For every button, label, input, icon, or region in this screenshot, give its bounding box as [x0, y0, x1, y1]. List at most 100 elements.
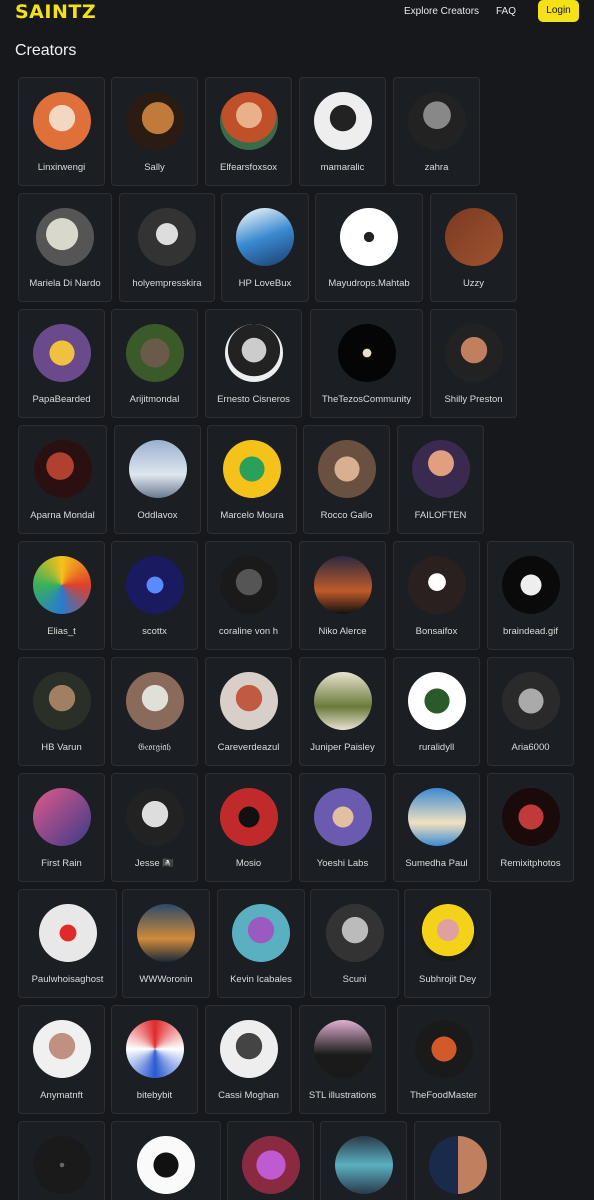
creator-card[interactable]: Linxirwengi [18, 77, 105, 186]
creator-avatar [313, 556, 372, 614]
creator-avatar [219, 788, 278, 846]
creator-card[interactable]: coraline von h [205, 541, 292, 650]
creator-card[interactable]: Rocco Gallo [303, 425, 390, 534]
creator-avatar [128, 440, 187, 498]
creator-card[interactable] [227, 1121, 314, 1200]
creator-card[interactable]: Subhrojit Dey [404, 889, 491, 998]
creator-card[interactable] [18, 1121, 105, 1200]
creator-card[interactable]: HP LoveBux [221, 193, 309, 302]
creator-name: Yoeshi Labs [316, 858, 369, 869]
logo[interactable]: SAINTZ [15, 1, 96, 23]
creator-card[interactable]: Mariela Di Nardo [18, 193, 112, 302]
creator-card[interactable]: Niko Alerce [299, 541, 386, 650]
creator-card[interactable]: Oddlavox [114, 425, 201, 534]
creator-card[interactable]: Elias_t [18, 541, 105, 650]
creator-card[interactable]: Bonsaifox [393, 541, 480, 650]
creator-name: Niko Alerce [318, 626, 367, 637]
creator-card[interactable]: zahra [393, 77, 480, 186]
creator-card[interactable]: TheFoodMaster [397, 1005, 490, 1114]
creator-avatar [36, 208, 94, 266]
creator-card[interactable]: Elfearsfoxsox [205, 77, 292, 186]
creator-avatar [313, 788, 372, 846]
creator-avatar [337, 324, 396, 382]
creator-name: Sumedha Paul [405, 858, 468, 869]
creator-card[interactable]: Remixitphotos [487, 773, 574, 882]
nav-faq[interactable]: FAQ [496, 6, 516, 17]
creator-card[interactable] [320, 1121, 407, 1200]
creator-card[interactable]: Cassi Moghan [205, 1005, 292, 1114]
creator-name: Paulwhoisaghost [31, 974, 104, 985]
creator-card[interactable]: bitebybit [111, 1005, 198, 1114]
creator-name: 𝔊𝔢𝔬𝔯𝔤𝔦𝔞𝔥 [138, 742, 171, 753]
creator-avatar [219, 92, 278, 150]
creator-card[interactable]: First Rain [18, 773, 105, 882]
creator-name: zahra [424, 162, 449, 173]
login-button[interactable]: Login [538, 0, 579, 22]
creator-name: Uzzy [462, 278, 485, 289]
creator-avatar [137, 904, 195, 962]
creator-avatar [219, 672, 278, 730]
creator-card[interactable]: scottx [111, 541, 198, 650]
creator-card[interactable]: 𝔊𝔢𝔬𝔯𝔤𝔦𝔞𝔥 [111, 657, 198, 766]
creator-card[interactable]: TheTezosCommunity [310, 309, 423, 418]
creator-name: Bonsaifox [415, 626, 458, 637]
creator-name: Subhrojit Dey [418, 974, 477, 985]
creator-card[interactable]: Sumedha Paul [393, 773, 480, 882]
creator-card[interactable]: Mosio [205, 773, 292, 882]
creator-card[interactable]: Juniper Paisley [299, 657, 386, 766]
nav-explore-creators[interactable]: Explore Creators [404, 6, 479, 17]
creator-card[interactable]: Careverdeazul [205, 657, 292, 766]
creator-avatar [428, 1136, 487, 1194]
creator-card[interactable]: Aparna Mondal [18, 425, 107, 534]
creator-card[interactable]: Yoeshi Labs [299, 773, 386, 882]
creator-card[interactable]: ruralidyll [393, 657, 480, 766]
creator-card[interactable]: braindead.gif [487, 541, 574, 650]
creator-avatar [32, 672, 91, 730]
creator-name: Jesse 🏴‍☠️ [134, 858, 175, 869]
creator-avatar [125, 324, 184, 382]
creator-name: Aria6000 [511, 742, 550, 753]
creator-avatar [313, 672, 372, 730]
creator-avatar [325, 904, 384, 962]
creator-name: First Rain [41, 858, 82, 869]
creator-name: Elfearsfoxsox [219, 162, 278, 173]
creator-card[interactable]: PapaBearded [18, 309, 105, 418]
creator-card[interactable]: FAILOFTEN [397, 425, 484, 534]
creator-card[interactable]: Arijitmondal [111, 309, 198, 418]
creator-card[interactable] [111, 1121, 221, 1200]
creator-avatar [444, 324, 503, 382]
creator-card[interactable] [414, 1121, 501, 1200]
creator-card[interactable]: STL illustrations [299, 1005, 386, 1114]
creator-card[interactable]: Anymatnft [18, 1005, 105, 1114]
creator-name: Mariela Di Nardo [29, 278, 101, 289]
creator-card[interactable]: Mayudrops.Mahtab [315, 193, 423, 302]
creator-avatar [32, 788, 91, 846]
creator-card[interactable]: Ernesto Cisneros [205, 309, 302, 418]
creator-card[interactable]: Scuni [310, 889, 399, 998]
creator-card[interactable]: Jesse 🏴‍☠️ [111, 773, 198, 882]
creator-name: Sally [144, 162, 165, 173]
creator-name: coraline von h [218, 626, 279, 637]
creator-card[interactable]: Kevin Icabales [217, 889, 305, 998]
creator-avatar [334, 1136, 393, 1194]
creator-card[interactable]: Sally [111, 77, 198, 186]
creator-avatar [32, 556, 91, 614]
creator-name: WWWoronin [139, 974, 193, 985]
creator-name: Kevin Icabales [230, 974, 292, 985]
creator-name: Rocco Gallo [320, 510, 373, 521]
creator-card[interactable]: holyempresskira [119, 193, 215, 302]
creator-avatar [38, 904, 97, 962]
creator-card[interactable]: Paulwhoisaghost [18, 889, 117, 998]
creator-card[interactable]: Aria6000 [487, 657, 574, 766]
creator-card[interactable]: mamaralic [299, 77, 386, 186]
creator-card[interactable]: WWWoronin [122, 889, 210, 998]
creator-avatar [340, 208, 398, 266]
creator-card[interactable]: Uzzy [430, 193, 517, 302]
creator-avatar [219, 1020, 278, 1078]
creator-name: Remixitphotos [500, 858, 561, 869]
creator-card[interactable]: Shilly Preston [430, 309, 517, 418]
creator-name: HB Varun [41, 742, 82, 753]
creator-card[interactable]: HB Varun [18, 657, 105, 766]
creator-avatar [313, 92, 372, 150]
creator-card[interactable]: Marcelo Moura [207, 425, 297, 534]
